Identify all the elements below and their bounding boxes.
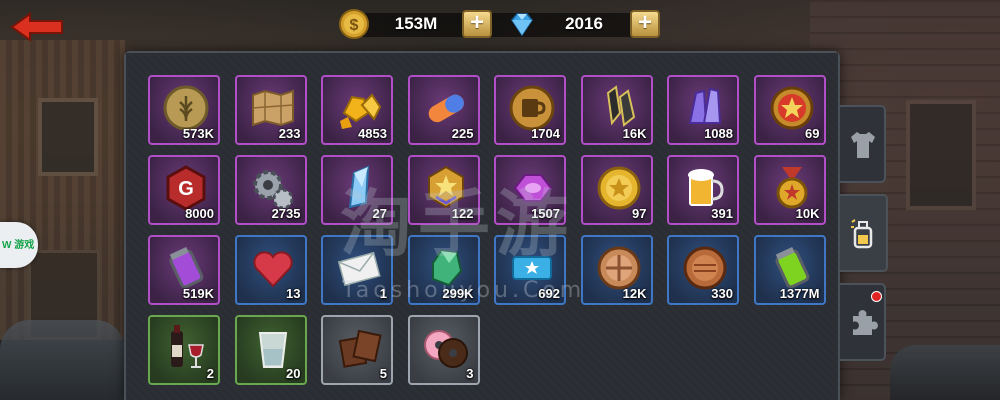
item-quantity: 2	[206, 366, 214, 381]
item-quantity: 1088	[704, 126, 733, 141]
item-quantity: 573K	[182, 126, 214, 141]
inventory-slot[interactable]: 233	[234, 75, 307, 145]
back-arrow-icon	[10, 12, 63, 42]
currency-bar: $ 153M + 2016 +	[338, 7, 660, 41]
inventory-slot[interactable]: 573K	[148, 75, 220, 145]
inventory-slot[interactable]: 4853	[321, 75, 393, 145]
inventory-slot[interactable]: 16K	[580, 75, 653, 145]
gold-currency: $ 153M +	[338, 7, 492, 41]
inventory-slot[interactable]: 225	[407, 75, 480, 145]
item-quantity: 225	[451, 126, 474, 141]
shirt-icon	[851, 132, 875, 158]
back-button[interactable]	[10, 12, 64, 42]
item-quantity: 519K	[182, 286, 214, 301]
item-quantity: 97	[632, 206, 647, 221]
item-quantity: 1704	[531, 126, 560, 141]
gold-amount: 153M	[394, 14, 438, 33]
inventory-slot[interactable]: 391	[667, 155, 739, 225]
buy-gems-button[interactable]: +	[630, 10, 660, 38]
chocolate-icon	[338, 329, 382, 368]
item-quantity: 69	[805, 126, 820, 141]
item-quantity: 8000	[185, 206, 214, 221]
side-badge-label: W 游戏	[2, 240, 35, 251]
inventory-slot[interactable]: 20	[234, 315, 307, 385]
potion-icon	[851, 219, 873, 249]
item-quantity: 13	[286, 286, 301, 301]
inventory-slot[interactable]: 2735	[234, 155, 307, 225]
item-quantity: 12K	[622, 286, 647, 301]
puzzle-icon	[853, 310, 878, 335]
inventory-slot[interactable]: 330	[667, 235, 739, 305]
item-quantity: 4853	[358, 126, 387, 141]
item-quantity: 20	[286, 366, 301, 381]
item-quantity: 233	[278, 126, 301, 141]
svg-text:$: $	[350, 17, 359, 34]
diamond-icon	[511, 13, 533, 37]
inventory-slot[interactable]: 12K	[580, 235, 653, 305]
item-quantity: 330	[711, 286, 733, 301]
inventory-slot[interactable]: 69	[753, 75, 826, 145]
item-quantity: 391	[711, 206, 733, 221]
gold-coin-icon: $	[339, 9, 369, 39]
inventory-slot[interactable]: 1088	[667, 75, 739, 145]
donuts-icon	[423, 330, 468, 368]
background-car-left	[0, 320, 125, 400]
wine-icon	[171, 325, 204, 368]
notification-dot	[871, 291, 882, 302]
gem-currency: 2016 +	[506, 7, 660, 41]
item-quantity: 1377M	[779, 286, 820, 301]
inventory-slot[interactable]: 2	[148, 315, 220, 385]
inventory-slot[interactable]: 13	[234, 235, 307, 305]
inventory-slot[interactable]: 97	[580, 155, 653, 225]
tab-costume[interactable]	[840, 105, 886, 183]
inventory-slot[interactable]: 1704	[494, 75, 566, 145]
gem-amount: 2016	[565, 14, 603, 33]
watermark-title: 淘手游	[340, 182, 575, 266]
watermark-url: Taoshouyou.Com	[342, 278, 586, 303]
tab-items[interactable]	[840, 194, 888, 272]
svg-text:G: G	[178, 178, 194, 200]
item-quantity: 5	[379, 366, 387, 381]
background-car-right	[890, 345, 1000, 400]
inventory-slot[interactable]: G 8000	[148, 155, 220, 225]
inventory-slot[interactable]: 519K	[148, 235, 220, 305]
item-quantity: 16K	[622, 126, 647, 141]
inventory-slot[interactable]: 1377M	[753, 235, 826, 305]
item-quantity: 3	[466, 366, 474, 381]
tab-fragments[interactable]	[840, 283, 886, 361]
background-house-left	[0, 40, 125, 340]
inventory-slot[interactable]: 5	[321, 315, 393, 385]
inventory-slot[interactable]: 3	[407, 315, 480, 385]
item-quantity: 10K	[795, 206, 820, 221]
item-quantity: 2735	[271, 206, 301, 221]
buy-gold-button[interactable]: +	[462, 10, 492, 38]
inventory-slot[interactable]: 10K	[753, 155, 826, 225]
